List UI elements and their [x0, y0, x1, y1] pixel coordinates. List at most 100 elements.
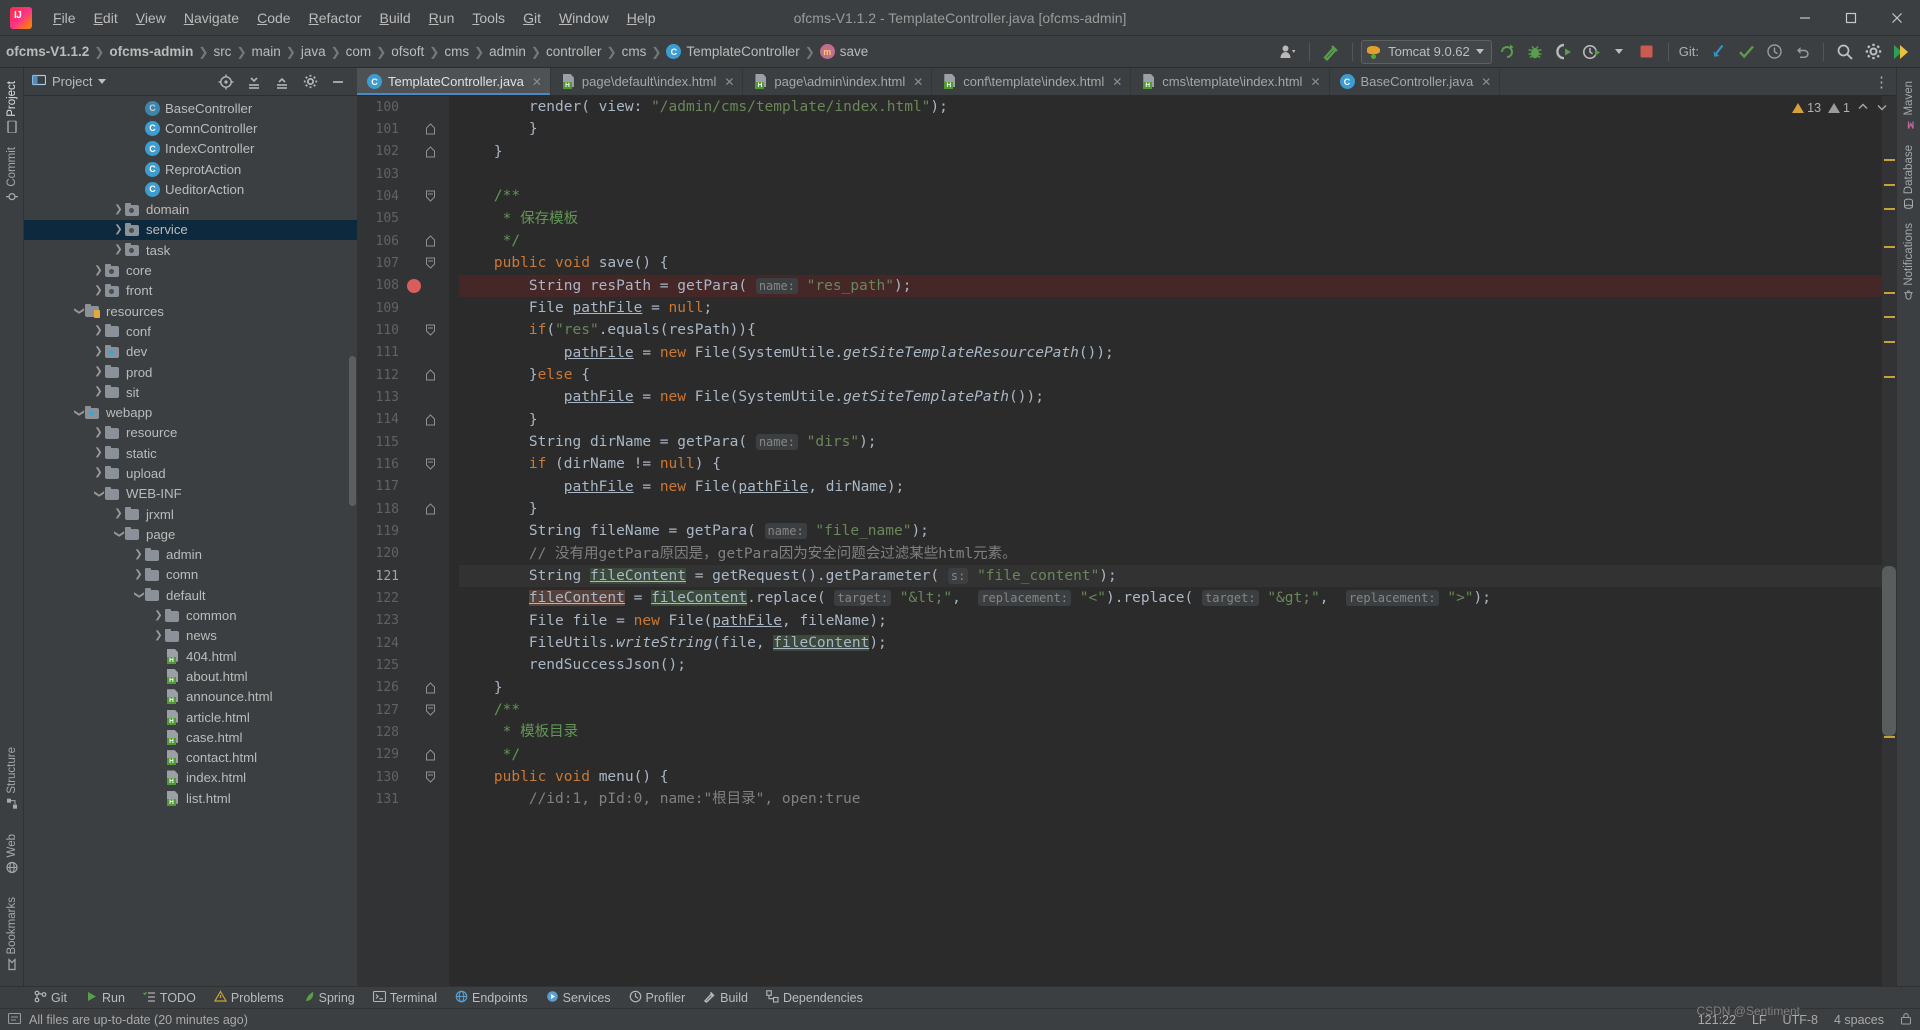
tree-item-domain[interactable]: ❯ domain — [24, 199, 357, 219]
chevron-right-icon[interactable]: ❯ — [92, 326, 105, 336]
tree-item-task[interactable]: ❯ task — [24, 240, 357, 260]
tree-item-upload[interactable]: ❯ upload — [24, 463, 357, 483]
code-fold-end-icon[interactable] — [425, 413, 436, 426]
gutter-line[interactable]: 118 — [357, 498, 449, 520]
tree-item-contact.html[interactable]: ❯contact.html — [24, 748, 357, 768]
sidebar-tab-notifications[interactable]: Notifications — [1901, 216, 1917, 308]
gutter-line[interactable]: 122 — [357, 587, 449, 609]
close-tab-icon[interactable]: ✕ — [724, 75, 734, 89]
editor-marker-bar[interactable] — [1882, 96, 1896, 986]
code-line-111[interactable]: pathFile = new File(SystemUtile.getSiteT… — [459, 342, 1882, 364]
run-with-coverage-icon[interactable] — [1550, 40, 1576, 64]
code-line-114[interactable]: } — [459, 409, 1882, 431]
run-configuration-selector[interactable]: Tomcat 9.0.62 — [1361, 39, 1492, 64]
close-button[interactable] — [1874, 1, 1920, 35]
chevron-right-icon[interactable]: ❯ — [132, 569, 145, 580]
breakpoint-marker[interactable] — [407, 278, 421, 293]
more-tabs-icon[interactable]: ⋮ — [1874, 73, 1890, 91]
tree-item-announce.html[interactable]: ❯announce.html — [24, 687, 357, 707]
menu-code[interactable]: Code — [248, 6, 299, 30]
code-fold-end-icon[interactable] — [425, 123, 436, 135]
sidebar-tab-structure[interactable]: Structure — [4, 740, 20, 817]
editor-code-lines[interactable]: render( view: "/admin/cms/template/index… — [449, 96, 1882, 986]
gutter-line[interactable]: 129 — [357, 744, 449, 766]
gutter-line[interactable]: 116 — [357, 453, 449, 475]
tree-item-admin[interactable]: ❯ admin — [24, 545, 357, 565]
breadcrumb-controller[interactable]: controller — [546, 44, 602, 59]
chevron-down-icon[interactable]: ❯ — [74, 305, 85, 318]
chevron-right-icon[interactable]: ❯ — [92, 387, 105, 397]
close-tab-icon[interactable]: ✕ — [1112, 75, 1122, 89]
tree-item-service[interactable]: ❯ service — [24, 219, 357, 241]
gutter-line[interactable]: 124 — [357, 632, 449, 654]
locate-icon[interactable] — [213, 70, 239, 94]
chevron-down-icon[interactable]: ❯ — [134, 589, 145, 602]
menu-view[interactable]: View — [127, 6, 175, 30]
next-highlight-icon[interactable] — [1876, 101, 1888, 116]
code-line-115[interactable]: String dirName = getPara( name: "dirs"); — [459, 431, 1882, 453]
chevron-down-icon[interactable]: ❯ — [114, 528, 125, 541]
code-line-100[interactable]: render( view: "/admin/cms/template/index… — [459, 96, 1882, 118]
close-tab-icon[interactable]: ✕ — [913, 75, 923, 89]
gutter-line[interactable]: 108 — [357, 275, 449, 297]
bottom-tab-spring[interactable]: Spring — [294, 988, 363, 1008]
maximize-button[interactable] — [1828, 1, 1874, 35]
close-tab-icon[interactable]: ✕ — [1310, 75, 1320, 89]
gutter-line[interactable]: 104 — [357, 185, 449, 207]
search-everywhere-icon[interactable] — [1832, 40, 1858, 64]
chevron-right-icon[interactable]: ❯ — [92, 367, 105, 377]
sidebar-tab-web[interactable]: Web — [4, 827, 20, 880]
gutter-line[interactable]: 111 — [357, 342, 449, 364]
bottom-tab-profiler[interactable]: Profiler — [621, 988, 694, 1008]
gutter-line[interactable]: 127 — [357, 699, 449, 721]
tree-item-page[interactable]: ❯ page — [24, 524, 357, 544]
ide-feature-icon[interactable] — [1888, 40, 1914, 64]
gutter-line[interactable]: 128 — [357, 721, 449, 743]
breadcrumb-src[interactable]: src — [213, 44, 231, 59]
tree-item-404.html[interactable]: ❯404.html — [24, 646, 357, 666]
lock-icon[interactable] — [1900, 1012, 1912, 1028]
menu-refactor[interactable]: Refactor — [300, 6, 371, 30]
bottom-tab-build[interactable]: Build — [695, 988, 756, 1008]
tree-item-index.html[interactable]: ❯index.html — [24, 768, 357, 788]
bottom-tab-git[interactable]: Git — [26, 988, 75, 1008]
user-settings-icon[interactable] — [1275, 40, 1301, 64]
code-line-127[interactable]: /** — [459, 699, 1882, 721]
event-log-icon[interactable] — [7, 1012, 22, 1028]
tree-item-reprotaction[interactable]: ❯CReprotAction — [24, 159, 357, 179]
code-line-128[interactable]: * 模板目录 — [459, 721, 1882, 743]
gutter-line[interactable]: 107 — [357, 252, 449, 274]
code-line-117[interactable]: pathFile = new File(pathFile, dirName); — [459, 476, 1882, 498]
warning-count[interactable]: 13 — [1792, 101, 1821, 115]
indent-setting[interactable]: 4 spaces — [1834, 1013, 1884, 1027]
bottom-tab-services[interactable]: Services — [538, 988, 619, 1008]
breadcrumb-method[interactable]: m save — [819, 44, 868, 59]
menu-edit[interactable]: Edit — [85, 6, 127, 30]
gutter-line[interactable]: 119 — [357, 520, 449, 542]
chevron-right-icon[interactable]: ❯ — [92, 468, 105, 478]
chevron-down-icon[interactable] — [98, 79, 107, 84]
tree-item-web-inf[interactable]: ❯ WEB-INF — [24, 484, 357, 504]
sidebar-tab-project[interactable]: Project — [4, 74, 20, 140]
code-line-129[interactable]: */ — [459, 744, 1882, 766]
editor-tab-basecontroller.java[interactable]: C BaseController.java ✕ — [1330, 68, 1501, 95]
code-fold-end-icon[interactable] — [425, 145, 436, 158]
tree-item-sit[interactable]: ❯ sit — [24, 382, 357, 402]
settings-gear-icon[interactable] — [297, 70, 323, 94]
gutter-line[interactable]: 113 — [357, 386, 449, 408]
tree-item-static[interactable]: ❯ static — [24, 443, 357, 463]
tree-item-comn[interactable]: ❯ comn — [24, 565, 357, 585]
gutter-line[interactable]: 109 — [357, 297, 449, 319]
inspection-widget[interactable]: 13 1 — [1792, 96, 1896, 120]
tree-item-prod[interactable]: ❯ prod — [24, 362, 357, 382]
weak-warning-count[interactable]: 1 — [1828, 101, 1850, 115]
gutter-line[interactable]: 126 — [357, 677, 449, 699]
code-fold-start-icon[interactable] — [425, 771, 436, 783]
breadcrumb-cms[interactable]: cms — [444, 44, 469, 59]
tree-item-ueditoraction[interactable]: ❯CUeditorAction — [24, 179, 357, 199]
tree-item-front[interactable]: ❯ front — [24, 281, 357, 301]
menu-run[interactable]: Run — [420, 6, 464, 30]
code-line-113[interactable]: pathFile = new File(SystemUtile.getSiteT… — [459, 386, 1882, 408]
code-line-116[interactable]: if (dirName != null) { — [459, 453, 1882, 475]
bottom-tab-dependencies[interactable]: Dependencies — [758, 988, 871, 1008]
